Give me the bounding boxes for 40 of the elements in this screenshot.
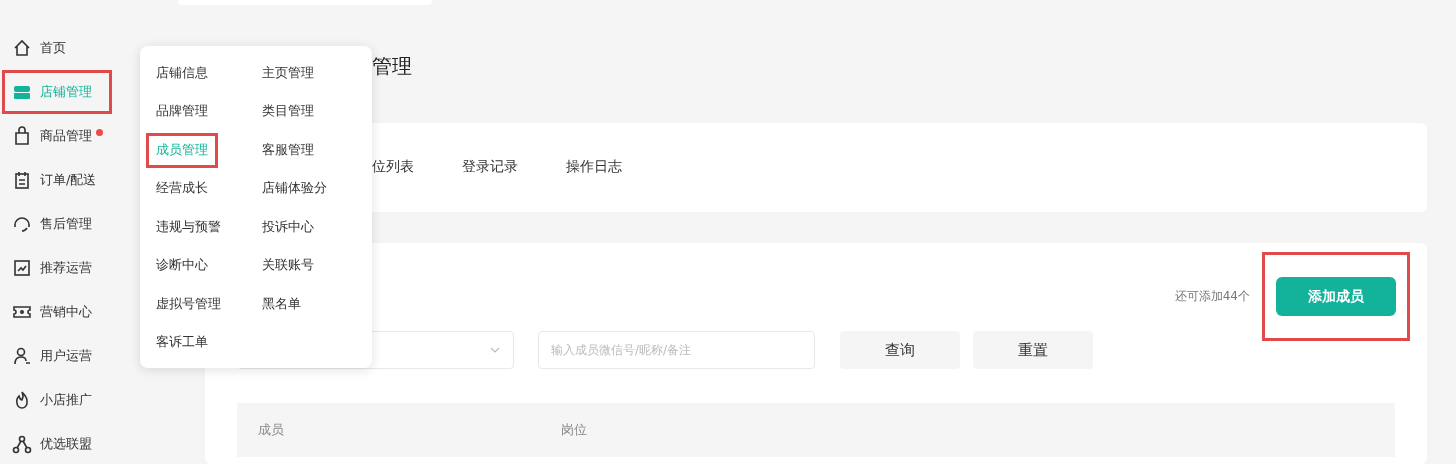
menu-item[interactable]: 店铺信息 [146, 55, 218, 91]
menu-item[interactable]: 虚拟号管理 [146, 286, 231, 322]
bag-icon [12, 126, 32, 146]
menu-item[interactable]: 黑名单 [252, 286, 311, 322]
menu-item[interactable]: 店铺体验分 [252, 171, 337, 207]
menu-item[interactable]: 类目管理 [252, 94, 324, 130]
menu-item[interactable]: 客诉工单 [146, 325, 218, 361]
sidebar-item[interactable]: 用户运营 [2, 334, 112, 378]
sidebar-item[interactable]: 商品管理 [2, 114, 112, 158]
tab[interactable]: 登录记录 [462, 153, 518, 182]
menu-item[interactable]: 诊断中心 [146, 248, 218, 284]
action-button[interactable]: 查询 [840, 331, 960, 369]
sidebar-item[interactable]: 推荐运营 [2, 246, 112, 290]
column-header: 岗位 [561, 421, 587, 439]
sidebar-item[interactable]: 订单/配送 [2, 158, 112, 202]
tab[interactable]: 操作日志 [566, 153, 622, 182]
menu-item[interactable]: 客服管理 [252, 132, 324, 168]
clipboard-icon [12, 170, 32, 190]
headset-icon [12, 214, 32, 234]
menu-item[interactable]: 品牌管理 [146, 94, 218, 130]
menu-item[interactable]: 投诉中心 [252, 209, 324, 245]
action-button[interactable]: 重置 [973, 331, 1093, 369]
person-icon [12, 346, 32, 366]
sidebar-item[interactable]: 优选联盟 [2, 422, 112, 464]
chart-icon [12, 258, 32, 278]
quota-text: 还可添加44个 [1174, 288, 1250, 305]
menu-item[interactable]: 关联账号 [252, 248, 324, 284]
menu-item[interactable]: 违规与预警 [146, 209, 231, 245]
sidebar-item[interactable]: 售后管理 [2, 202, 112, 246]
page-title: 管理 [372, 53, 413, 80]
sidebar-item[interactable]: 营销中心 [2, 290, 112, 334]
network-icon [12, 434, 32, 454]
menu-item[interactable]: 主页管理 [252, 55, 324, 91]
tab[interactable]: 位列表 [372, 153, 414, 182]
sidebar-item[interactable]: 小店推广 [2, 378, 112, 422]
menu-item[interactable]: 经营成长 [146, 171, 218, 207]
search-field[interactable]: 输入成员微信号/昵称/备注 [538, 331, 815, 369]
sidebar-item[interactable]: 首页 [2, 26, 112, 70]
column-header: 成员 [258, 421, 285, 439]
home-icon [12, 38, 32, 58]
